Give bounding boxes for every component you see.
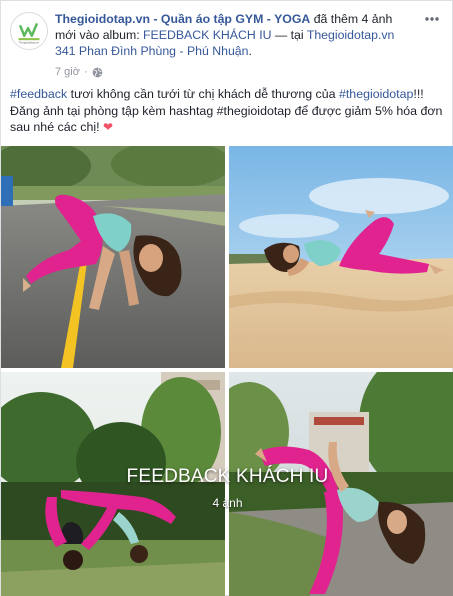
album-link[interactable]: FEEDBACK KHÁCH IU xyxy=(143,28,271,42)
photo-beach-pose xyxy=(229,146,453,368)
album-photo-4[interactable] xyxy=(229,372,453,596)
svg-text:Thegioidotap.vn: Thegioidotap.vn xyxy=(19,40,40,44)
post-message: #feedback tươi không cần tưới từ chị khá… xyxy=(10,86,446,136)
album-photo-2[interactable] xyxy=(229,146,453,368)
hashtag-thegioidotap[interactable]: #thegioidotap xyxy=(339,87,413,101)
location-prefix: — tại xyxy=(271,28,307,42)
post-meta: 7 giờ · xyxy=(55,66,103,78)
post-header: Thegioidotap.vn - Quần áo tập GYM - YOGA… xyxy=(55,11,415,59)
meta-separator: · xyxy=(83,66,88,78)
photo-standing-pose xyxy=(229,372,453,596)
page-logo-icon: Thegioidotap.vn xyxy=(11,13,47,49)
photo-partner-pose xyxy=(1,372,225,596)
more-options-icon xyxy=(425,17,439,21)
post-text-part1: tươi không cần tưới từ chị khách dễ thươ… xyxy=(67,87,339,101)
facebook-post: Thegioidotap.vn Thegioidotap.vn - Quần á… xyxy=(0,0,453,596)
more-options-button[interactable] xyxy=(422,10,442,28)
album-photo-1[interactable] xyxy=(1,146,225,368)
photo-road-pose xyxy=(1,146,225,368)
page-avatar[interactable]: Thegioidotap.vn xyxy=(10,12,48,50)
globe-icon[interactable] xyxy=(92,67,103,78)
heart-emoji: ❤ xyxy=(102,120,114,134)
header-end-punct: . xyxy=(248,44,252,58)
album-photo-3[interactable] xyxy=(1,372,225,596)
page-name-link[interactable]: Thegioidotap.vn - Quần áo tập GYM - YOGA xyxy=(55,12,310,26)
hashtag-feedback[interactable]: #feedback xyxy=(10,87,67,101)
post-timestamp[interactable]: 7 giờ xyxy=(55,66,80,78)
